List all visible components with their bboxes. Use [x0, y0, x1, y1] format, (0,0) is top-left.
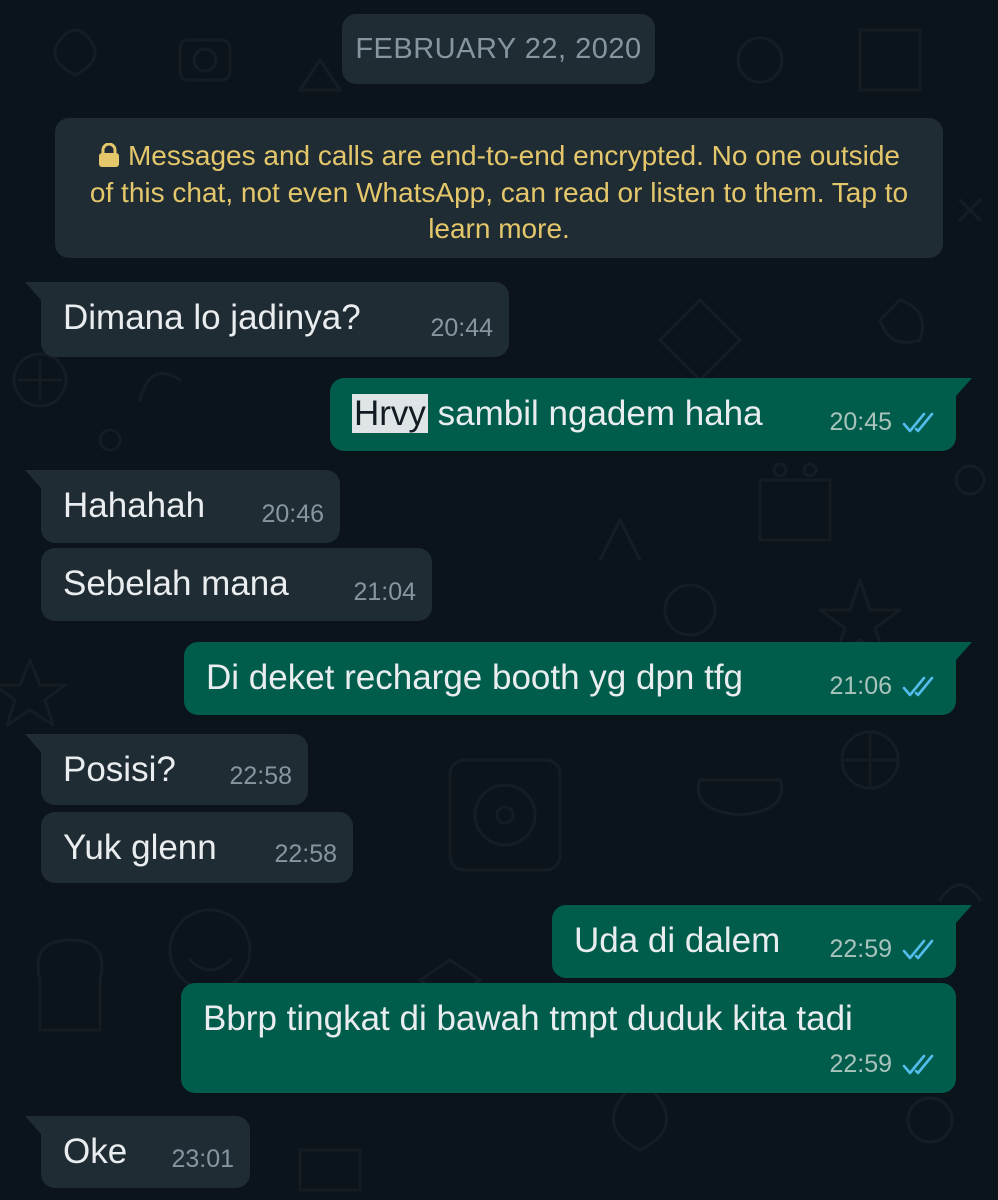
message-time: 22:58	[274, 840, 337, 868]
message-time: 23:01	[171, 1145, 234, 1173]
message-text: Sebelah mana	[63, 564, 289, 603]
chat-view[interactable]: FEBRUARY 22, 2020 Messages and calls are…	[0, 0, 998, 1200]
message-time: 22:58	[229, 762, 292, 790]
message-bubble-outgoing[interactable]: Di deket recharge booth yg dpn tfg 21:06	[184, 642, 972, 715]
date-chip-label: FEBRUARY 22, 2020	[355, 32, 642, 65]
message-text: Posisi?	[63, 750, 176, 789]
encryption-notice-text: Messages and calls are end-to-end encryp…	[89, 140, 909, 244]
message-bubble-incoming[interactable]: Oke 23:01	[25, 1116, 250, 1188]
message-text: Oke	[63, 1132, 128, 1171]
read-receipt-icon	[902, 676, 934, 696]
message-bubble-incoming[interactable]: Hahahah 20:46	[25, 470, 340, 543]
read-receipt-icon	[902, 1054, 934, 1074]
message-bubble-outgoing[interactable]: Uda di dalem 22:59	[552, 905, 972, 978]
lock-icon	[98, 143, 119, 167]
message-time: 20:45	[829, 408, 892, 436]
date-chip: FEBRUARY 22, 2020	[342, 14, 655, 84]
message-text: Dimana lo jadinya?	[63, 298, 361, 337]
message-bubble-incoming[interactable]: Yuk glenn 22:58	[41, 812, 353, 883]
message-text: Di deket recharge booth yg dpn tfg	[206, 658, 744, 697]
message-bubble-incoming[interactable]: Sebelah mana 21:04	[41, 548, 432, 621]
message-text: Hrvy sambil ngadem haha	[352, 394, 763, 434]
message-bubble-incoming[interactable]: Dimana lo jadinya? 20:44	[25, 282, 509, 357]
message-text: Hahahah	[63, 486, 206, 525]
message-bubble-outgoing[interactable]: Hrvy sambil ngadem haha 20:45	[330, 378, 972, 451]
message-time: 22:59	[829, 1050, 892, 1078]
message-text-rest: sambil ngadem haha	[427, 394, 763, 433]
message-bubble-incoming[interactable]: Posisi? 22:58	[25, 734, 308, 805]
encryption-notice[interactable]: Messages and calls are end-to-end encryp…	[55, 118, 943, 258]
message-text: Bbrp tingkat di bawah tmpt duduk kita ta…	[203, 999, 853, 1038]
message-time: 21:06	[829, 672, 892, 700]
read-receipt-icon	[902, 412, 934, 432]
read-receipt-icon	[902, 939, 934, 959]
selected-word-highlight: Hrvy	[352, 394, 428, 433]
message-time: 22:59	[829, 935, 892, 963]
message-time: 20:44	[430, 314, 493, 342]
message-text: Yuk glenn	[63, 828, 217, 867]
message-text: Uda di dalem	[574, 921, 781, 960]
message-time: 21:04	[353, 578, 416, 606]
message-time: 20:46	[261, 500, 324, 528]
message-bubble-outgoing[interactable]: Bbrp tingkat di bawah tmpt duduk kita ta…	[181, 983, 956, 1093]
